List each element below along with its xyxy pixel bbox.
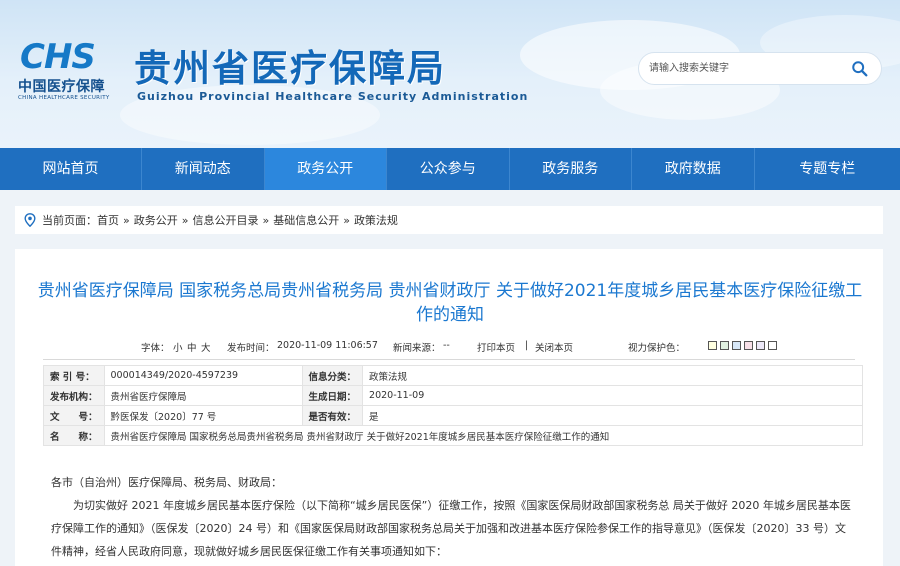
nav-item-data[interactable]: 政府数据 (632, 148, 755, 190)
breadcrumb-home[interactable]: 首页 (97, 212, 119, 228)
breadcrumb: 当前页面： 首页 » 政务公开 » 信息公开目录 » 基础信息公开 » 政策法规 (15, 206, 883, 234)
vision-color-label: 视力保护色： (628, 343, 686, 354)
main-nav: 网站首页 新闻动态 政务公开 公众参与 政务服务 政府数据 专题专栏 (0, 148, 900, 190)
search-input[interactable] (649, 53, 839, 84)
doc-name-label: 名 称： (43, 425, 105, 446)
news-source: -- (443, 340, 450, 351)
article-title: 贵州省医疗保障局 国家税务总局贵州省税务局 贵州省财政厅 关于做好2021年度城… (37, 281, 863, 325)
print-page-link[interactable]: 打印本页 (477, 340, 515, 354)
article-body: 各市（自治州）医疗保障局、税务局、财政局： 为切实做好 2021 年度城乡居民基… (51, 471, 851, 563)
nav-item-topics[interactable]: 专题专栏 (755, 148, 900, 190)
vision-color-swatch[interactable] (768, 341, 777, 350)
publisher-label: 发布机构： (43, 385, 105, 406)
font-size-label: 字体： (141, 343, 170, 354)
nav-item-participation[interactable]: 公众参与 (387, 148, 510, 190)
nav-item-home[interactable]: 网站首页 (0, 148, 142, 190)
article-panel: 贵州省医疗保障局 国家税务总局贵州省税务局 贵州省财政厅 关于做好2021年度城… (15, 249, 883, 566)
breadcrumb-separator: » (343, 213, 350, 227)
publish-time-label: 发布时间： (227, 343, 275, 354)
meta-divider-line (43, 359, 855, 360)
nav-item-gov-affairs[interactable]: 政务公开 (264, 148, 387, 190)
search-icon[interactable] (851, 60, 869, 78)
meta-divider: | (525, 340, 529, 351)
font-size-small[interactable]: 小 (173, 340, 183, 354)
search-box (638, 52, 882, 85)
date-label: 生成日期： (301, 385, 364, 406)
nav-item-services[interactable]: 政务服务 (510, 148, 632, 190)
breadcrumb-policy[interactable]: 政策法规 (354, 212, 398, 228)
index-value: 000014349/2020-4597239 (103, 365, 303, 386)
vision-color-swatch[interactable] (744, 341, 753, 350)
doc-number-label: 文 号： (43, 405, 105, 426)
index-label: 索 引 号： (43, 365, 105, 386)
logo-chinese-text: 中国医疗保障 (18, 79, 105, 95)
breadcrumb-gov-affairs[interactable]: 政务公开 (134, 212, 178, 228)
close-page-link[interactable]: 关闭本页 (535, 340, 573, 354)
news-source-label: 新闻来源： (393, 343, 441, 354)
site-subtitle: Guizhou Provincial Healthcare Security A… (137, 90, 529, 103)
logo-english-text: CHINA HEALTHCARE SECURITY (18, 95, 110, 101)
breadcrumb-separator: » (262, 213, 270, 227)
date-value: 2020-11-09 (362, 385, 863, 406)
article-salutation: 各市（自治州）医疗保障局、税务局、财政局： (51, 476, 282, 489)
category-label: 信息分类： (301, 365, 364, 386)
article-paragraph: 为切实做好 2021 年度城乡居民基本医疗保险（以下简称“城乡居民医保”）征缴工… (51, 499, 851, 558)
chs-logo-mark: CHS (20, 37, 96, 77)
font-size-large[interactable]: 大 (201, 340, 211, 354)
breadcrumb-separator: » (181, 213, 189, 227)
breadcrumb-prefix: 当前页面： (42, 214, 97, 227)
nav-item-news[interactable]: 新闻动态 (142, 148, 265, 190)
article-meta: 字体： 小 中 大 发布时间： 2020-11-09 11:06:57 新闻来源… (15, 337, 883, 355)
category-value: 政策法规 (362, 365, 863, 386)
validity-value: 是 (362, 405, 863, 426)
publisher-value: 贵州省医疗保障局 (103, 385, 303, 406)
validity-label: 是否有效： (301, 405, 364, 426)
vision-color-swatch[interactable] (732, 341, 741, 350)
breadcrumb-separator: » (123, 213, 130, 227)
site-title: 贵州省医疗保障局 (134, 47, 446, 90)
breadcrumb-catalog[interactable]: 信息公开目录 (192, 212, 258, 228)
vision-color-swatch[interactable] (708, 341, 717, 350)
vision-color-swatches (708, 341, 777, 350)
location-pin-icon (24, 213, 36, 227)
font-size-medium[interactable]: 中 (187, 340, 197, 354)
vision-color-swatch[interactable] (720, 341, 729, 350)
publish-time: 2020-11-09 11:06:57 (277, 340, 378, 351)
breadcrumb-basic-info[interactable]: 基础信息公开 (273, 212, 339, 228)
vision-color-swatch[interactable] (756, 341, 765, 350)
document-info-table: 索 引 号： 000014349/2020-4597239 信息分类： 政策法规… (43, 365, 864, 446)
site-logo[interactable]: CHS 中国医疗保障 CHINA HEALTHCARE SECURITY (18, 40, 122, 104)
site-header: CHS 中国医疗保障 CHINA HEALTHCARE SECURITY 贵州省… (0, 0, 900, 148)
doc-number-value: 黔医保发〔2020〕77 号 (103, 405, 303, 426)
doc-name-value: 贵州省医疗保障局 国家税务总局贵州省税务局 贵州省财政厅 关于做好2021年度城… (103, 425, 864, 446)
